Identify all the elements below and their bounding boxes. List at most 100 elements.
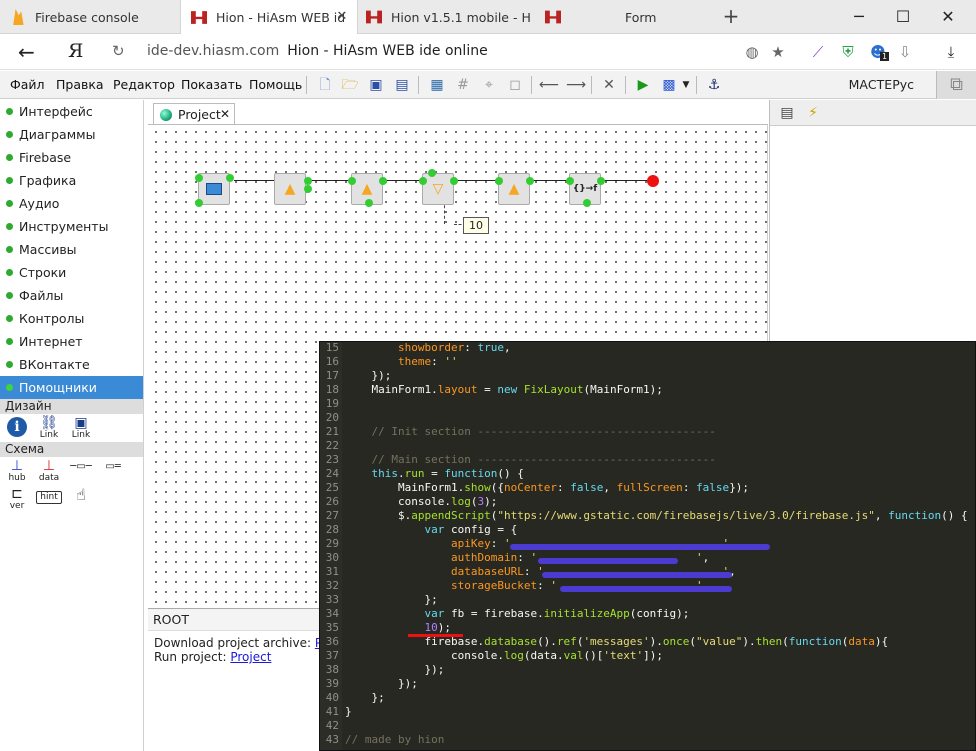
pin-right[interactable] — [597, 177, 605, 185]
pin-bottom[interactable] — [195, 199, 203, 207]
palette-group-item[interactable]: Диаграммы — [0, 123, 143, 146]
frame-icon[interactable]: ◻ — [506, 76, 524, 94]
code-line[interactable]: // Init section ------------------------… — [345, 425, 716, 438]
link-tool[interactable]: ⛓ Link — [36, 416, 62, 440]
save-as-icon[interactable]: ▤ — [393, 76, 411, 94]
pin-bottom[interactable] — [365, 199, 373, 207]
run-play-icon[interactable]: ▶ — [634, 76, 652, 94]
browser-tab-form[interactable]: Form — [545, 0, 710, 34]
browser-tab-firebase-console[interactable]: Firebase console — [10, 0, 175, 34]
palette-group-item[interactable]: Интернет — [0, 330, 143, 353]
downloads-icon[interactable]: ⤓ — [941, 42, 961, 62]
new-tab-button[interactable]: + — [720, 6, 742, 28]
code-line[interactable]: 10); — [345, 621, 451, 634]
code-line[interactable]: // Main section ------------------------… — [345, 453, 716, 466]
close-icon[interactable]: ✕ — [220, 107, 230, 121]
translate-icon[interactable]: ◍ — [742, 42, 762, 62]
palette-group-item[interactable]: Firebase — [0, 146, 143, 169]
palette-group-item[interactable]: Инструменты — [0, 215, 143, 238]
back-arrow-icon[interactable]: ← — [18, 41, 35, 63]
palette-group-item[interactable]: Строки — [0, 261, 143, 284]
menu-view[interactable]: Показать — [181, 77, 242, 92]
undo-arrow-icon[interactable]: ⟵ — [539, 76, 559, 94]
pin-right[interactable] — [379, 177, 387, 185]
chevron-down-icon[interactable]: ▼ — [680, 76, 692, 94]
connector-tool[interactable]: ─▭─ — [68, 460, 94, 482]
pin-right[interactable] — [304, 185, 312, 193]
pin-left[interactable] — [566, 177, 574, 185]
palette-group-item[interactable]: Файлы — [0, 284, 143, 307]
browser-tab-hion-ide[interactable]: Hion - HiAsm WEB ide ✕ — [180, 0, 358, 35]
hub-tool[interactable]: ⊥ hub — [4, 459, 30, 483]
code-line[interactable]: console.log(3); — [345, 495, 497, 508]
run-link[interactable]: Project — [230, 650, 271, 664]
close-window-button[interactable]: ✕ — [937, 6, 959, 28]
ver-tool[interactable]: ⊏ ver — [4, 487, 30, 511]
palette-group-item[interactable]: Контролы — [0, 307, 143, 330]
menu-editor[interactable]: Редактор — [113, 77, 175, 92]
browser-tab-hion-mobile[interactable]: Hion v1.5.1 mobile - HiA — [366, 0, 534, 34]
menu-edit[interactable]: Правка — [56, 77, 104, 92]
menu-help[interactable]: Помощь — [249, 77, 302, 92]
code-line[interactable]: showborder: true, — [345, 342, 511, 354]
link-image-tool[interactable]: ▣ Link — [68, 416, 94, 440]
crosshair-icon[interactable]: ⌖ — [480, 76, 498, 94]
edit-form-icon[interactable]: ▦ — [428, 76, 446, 94]
maximize-button[interactable]: ☐ — [892, 6, 914, 28]
pin-top[interactable] — [428, 169, 436, 177]
reload-icon[interactable]: ↻ — [112, 42, 125, 60]
download-arrow-icon[interactable]: ⇩ — [895, 42, 915, 62]
code-line[interactable]: } — [345, 705, 352, 718]
new-file-icon[interactable]: 🗋 — [316, 76, 334, 94]
tab-project[interactable]: Project ✕ — [153, 103, 235, 125]
redo-arrow-icon[interactable]: ⟶ — [566, 76, 586, 94]
pin-right[interactable] — [526, 177, 534, 185]
minimize-button[interactable]: ─ — [848, 6, 870, 28]
close-tab-icon[interactable]: ✕ — [335, 10, 349, 24]
code-line[interactable]: console.log(data.val()['text']); — [345, 649, 663, 662]
hint-tool[interactable]: hint — [36, 488, 62, 510]
code-line[interactable]: }; — [345, 593, 437, 606]
bookmark-star-icon[interactable]: ★ — [768, 42, 788, 62]
code-line[interactable]: }; — [345, 691, 384, 704]
pin-right[interactable] — [304, 177, 312, 185]
code-line[interactable]: }); — [345, 663, 444, 676]
firebase-query-element[interactable]: ▽ — [422, 173, 454, 205]
hand-tool[interactable]: ☝ — [68, 487, 94, 510]
connector2-tool[interactable]: ▭═ — [100, 460, 126, 482]
lightning-icon[interactable]: ⚡ — [804, 104, 822, 122]
pin-left[interactable] — [195, 174, 203, 182]
code-line[interactable]: MainForm1.show({noCenter: false, fullScr… — [345, 481, 749, 494]
data-tool[interactable]: ⊥ data — [36, 459, 62, 483]
palette-group-item[interactable]: ВКонтакте — [0, 353, 143, 376]
pin-left[interactable] — [419, 177, 427, 185]
pin-left[interactable] — [348, 177, 356, 185]
code-line[interactable]: var fb = firebase.initializeApp(config); — [345, 607, 689, 620]
code-line[interactable]: $.appendScript("https://www.gstatic.com/… — [345, 509, 968, 522]
pin-bottom[interactable] — [583, 199, 591, 207]
master-label[interactable]: МАСТЕРус — [849, 77, 914, 92]
pin-right[interactable] — [226, 174, 234, 182]
save-icon[interactable]: ▣ — [367, 76, 385, 94]
menu-file[interactable]: Файл — [10, 77, 45, 92]
code-line[interactable]: MainForm1.layout = new FixLayout(MainFor… — [345, 383, 662, 396]
properties-icon[interactable]: ▤ — [778, 104, 796, 122]
code-line[interactable]: var config = { — [345, 523, 517, 536]
info-tool[interactable]: i — [4, 417, 30, 439]
open-folder-icon[interactable]: 🗁 — [341, 76, 359, 94]
shield-extension-icon[interactable]: ⛨ — [838, 42, 858, 62]
code-line[interactable]: this.run = function() { — [345, 467, 524, 480]
palette-group-item[interactable]: Массивы — [0, 238, 143, 261]
feather-extension-icon[interactable]: ⟋ — [808, 42, 828, 62]
code-line[interactable]: }); — [345, 677, 418, 690]
palette-group-item[interactable]: Помощники — [0, 376, 143, 399]
pin-right[interactable] — [450, 177, 458, 185]
delete-icon[interactable]: ✕ — [600, 76, 618, 94]
hint-box[interactable]: 10 — [463, 217, 489, 234]
build-icon[interactable]: ▩ — [660, 76, 678, 94]
yandex-logo[interactable]: Я — [68, 40, 83, 62]
url-field[interactable]: ide-dev.hiasm.com Hion - HiAsm WEB ide on… — [147, 43, 488, 59]
palette-group-item[interactable]: Аудио — [0, 192, 143, 215]
anchor-icon[interactable]: ⚓ — [705, 76, 723, 94]
palette-group-item[interactable]: Интерфейс — [0, 100, 143, 123]
